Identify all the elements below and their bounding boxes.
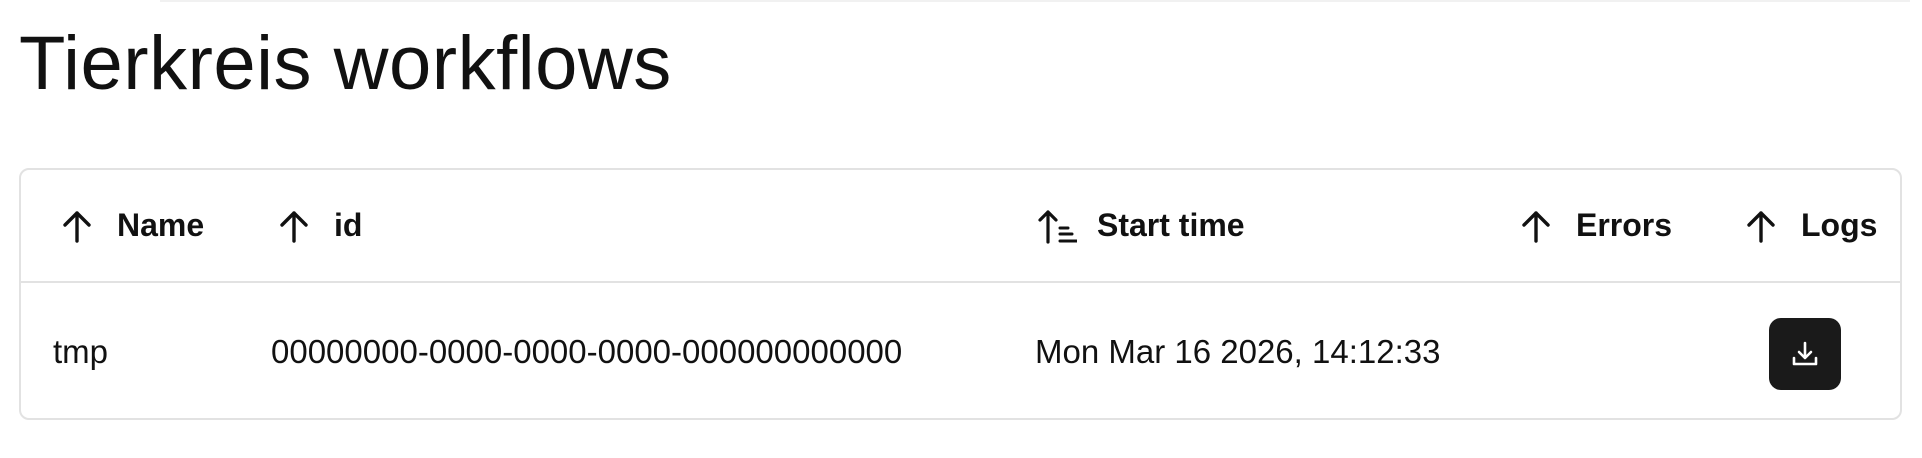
column-header-label: Name — [117, 207, 205, 243]
table-row[interactable]: tmp 00000000-0000-0000-0000-000000000000… — [21, 283, 1900, 418]
arrow-up-icon — [63, 210, 91, 243]
column-header-start-time[interactable]: Start time — [1037, 170, 1245, 281]
arrow-up-icon — [1747, 210, 1775, 243]
download-logs-button[interactable] — [1769, 318, 1841, 390]
cell-id: 00000000-0000-0000-0000-000000000000 — [271, 332, 903, 370]
download-icon — [1792, 341, 1818, 366]
table-header-row: Name id Start time Errors Logs — [21, 170, 1900, 283]
column-header-label: Start time — [1097, 207, 1245, 243]
arrow-up-icon — [280, 210, 308, 243]
arrow-up-icon — [1522, 210, 1550, 243]
cell-name: tmp — [53, 332, 109, 370]
column-header-errors[interactable]: Errors — [1516, 170, 1672, 281]
column-header-label: Logs — [1801, 207, 1878, 243]
top-divider — [160, 0, 1910, 2]
sort-ascending-icon — [1038, 209, 1077, 244]
column-header-id[interactable]: id — [274, 170, 362, 281]
workflows-table: Name id Start time Errors Logs tmp 00000… — [19, 168, 1902, 420]
column-header-logs[interactable]: Logs — [1741, 170, 1877, 281]
column-header-label: Errors — [1576, 207, 1673, 243]
column-header-label: id — [334, 207, 363, 243]
column-header-name[interactable]: Name — [57, 170, 204, 281]
cell-start-time: Mon Mar 16 2026, 14:12:33 — [1035, 332, 1441, 370]
page-title: Tierkreis workflows — [19, 21, 672, 106]
